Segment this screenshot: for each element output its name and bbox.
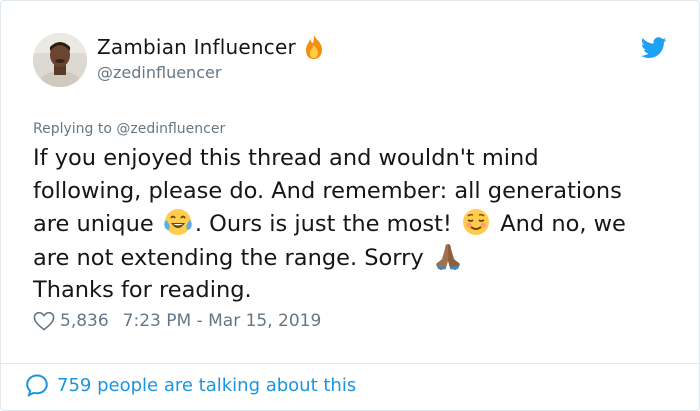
tweet-line-4a: are not extending the range. Sorry xyxy=(33,244,424,271)
relieved-face-emoji xyxy=(461,207,491,237)
fire-icon xyxy=(302,34,326,60)
heart-icon[interactable] xyxy=(33,311,55,331)
speech-bubble-icon xyxy=(25,373,49,397)
tweet-header: Zambian Influencer @zedinfluencer xyxy=(33,31,671,91)
display-name[interactable]: Zambian Influencer xyxy=(97,35,296,59)
tweet-line-3a: are unique xyxy=(33,211,154,237)
tweet-card: Zambian Influencer @zedinfluencer Replyi… xyxy=(0,0,700,411)
tweet-line-3b: . Ours is just the most! xyxy=(194,211,452,237)
tweet-line-1: If you enjoyed this thread and wouldn't … xyxy=(33,145,539,171)
tweet-text: If you enjoyed this thread and wouldn't … xyxy=(33,142,673,307)
tweet-meta: 5,836 7:23 PM - Mar 15, 2019 xyxy=(33,311,321,331)
avatar[interactable] xyxy=(33,33,87,87)
tweet-line-3c: And no, we xyxy=(500,211,626,237)
folded-hands-emoji xyxy=(433,241,463,271)
talking-link[interactable]: 759 people are talking about this xyxy=(25,373,356,397)
author-handle[interactable]: @zedinfluencer xyxy=(97,63,326,82)
twitter-bird-icon[interactable] xyxy=(641,37,667,59)
author-names: Zambian Influencer @zedinfluencer xyxy=(97,33,326,82)
timestamp[interactable]: 7:23 PM - Mar 15, 2019 xyxy=(123,311,322,331)
tweet-line-2: following, please do. And remember: all … xyxy=(33,177,622,204)
tears-of-joy-emoji xyxy=(163,207,193,237)
like-count[interactable]: 5,836 xyxy=(60,311,109,331)
tweet-line-3: are unique . Ours is just the most! And … xyxy=(33,207,673,241)
replying-to[interactable]: Replying to @zedinfluencer xyxy=(33,121,225,137)
display-name-row: Zambian Influencer xyxy=(97,33,326,61)
tweet-line-5: Thanks for reading. xyxy=(33,277,252,303)
talking-text: 759 people are talking about this xyxy=(57,374,357,396)
divider xyxy=(1,363,699,364)
tweet-line-4: are not extending the range. Sorry xyxy=(33,241,673,275)
